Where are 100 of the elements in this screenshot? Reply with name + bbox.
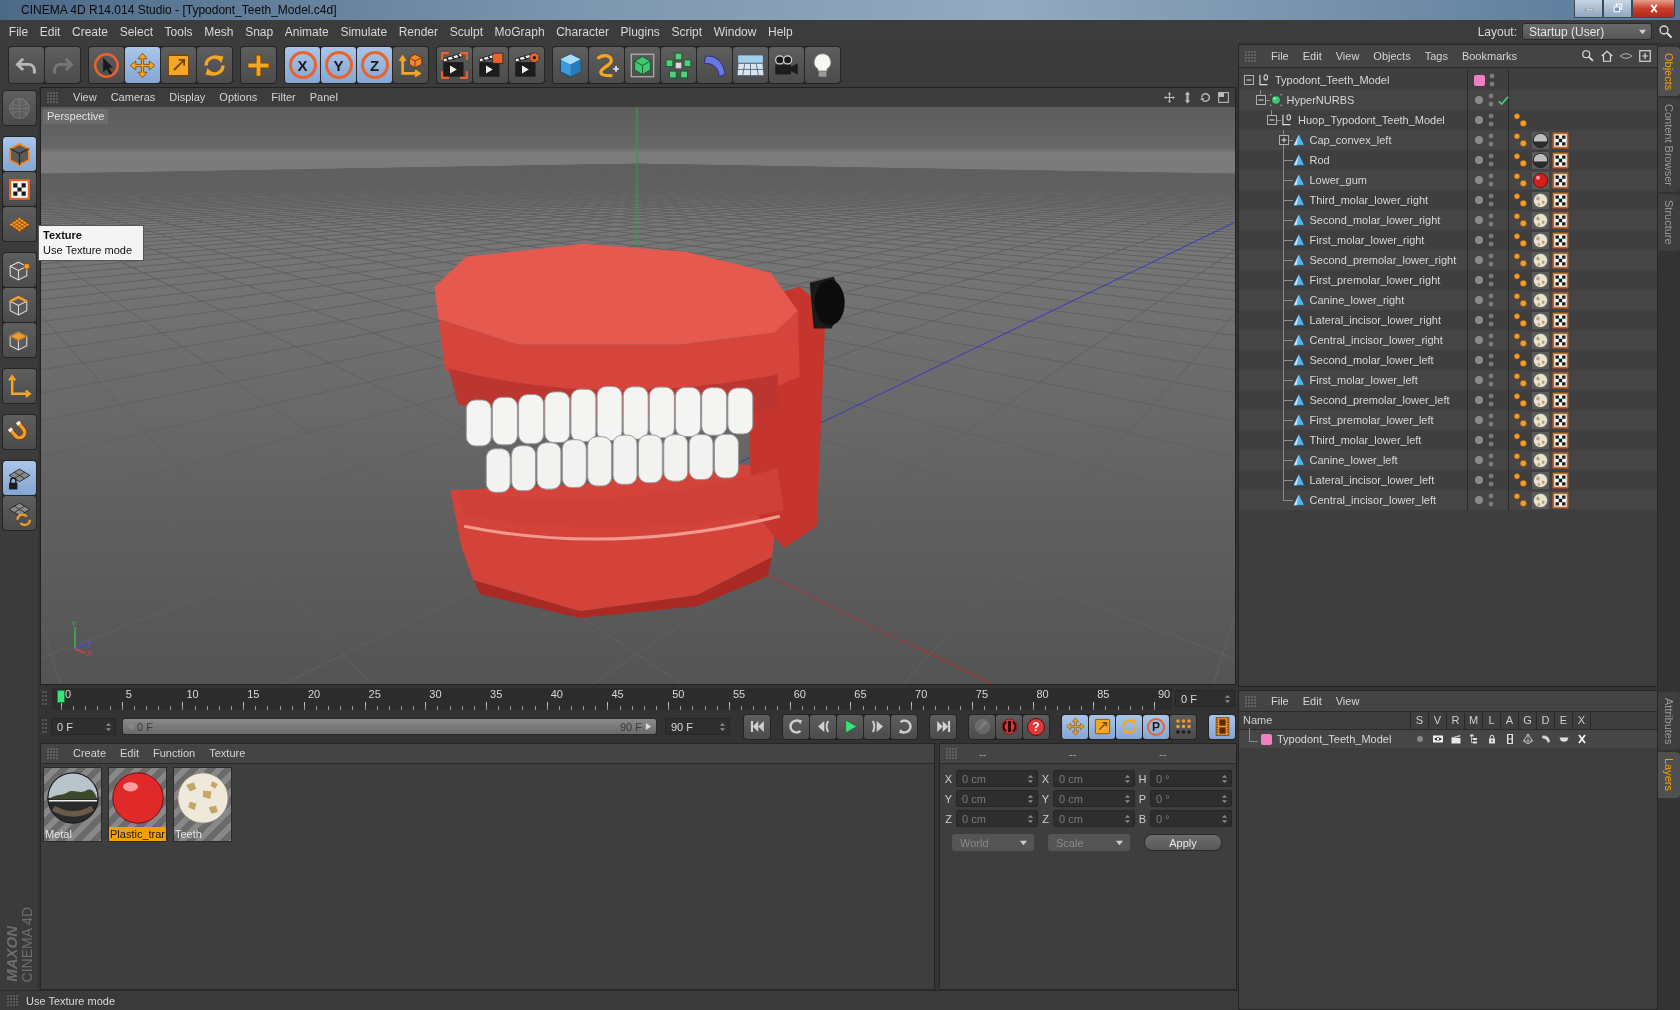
close-button[interactable] [1632, 0, 1675, 18]
dot-icon[interactable] [1474, 455, 1484, 465]
bend-shape-icon[interactable] [1540, 733, 1552, 745]
menu-item[interactable]: Plugins [614, 21, 666, 42]
checker-tag-icon[interactable] [1552, 271, 1569, 289]
dot-icon[interactable] [1474, 195, 1484, 205]
dot-icon[interactable] [1474, 115, 1484, 125]
viewport-menu-item[interactable]: Panel [302, 89, 345, 106]
axis-lock-button[interactable]: X [285, 47, 320, 83]
points-mode-button[interactable] [2, 253, 36, 287]
checker-tag-icon[interactable] [1552, 231, 1569, 249]
cross-icon[interactable] [1576, 733, 1588, 745]
rotate-workplane-mode-button[interactable] [2, 496, 36, 530]
camera-button[interactable] [769, 47, 804, 83]
edges-mode-button[interactable] [2, 288, 36, 322]
menu-item[interactable]: Edit [1295, 47, 1329, 65]
menu-item[interactable]: Function [146, 745, 203, 762]
menu-item[interactable]: Animate [278, 21, 335, 42]
visibility-dots-icon[interactable] [1488, 473, 1494, 487]
axis-mode-button[interactable] [2, 369, 36, 403]
checker-tag-icon[interactable] [1552, 371, 1569, 389]
viewport-menu-item[interactable]: Options [212, 89, 265, 106]
current-frame-field[interactable]: 0 F [1175, 690, 1235, 707]
start-frame-field[interactable]: 0 F [51, 718, 116, 735]
checker-tag-icon[interactable] [1552, 351, 1569, 369]
menu-item[interactable]: Snap [239, 21, 279, 42]
marble-ball-icon[interactable] [1532, 311, 1549, 329]
playhead-marker[interactable] [57, 689, 65, 703]
snap-mode-button[interactable] [2, 415, 36, 449]
dot-icon[interactable] [1474, 155, 1484, 165]
visibility-dots-icon[interactable] [1488, 113, 1494, 127]
layer-swatch-icon[interactable] [1474, 74, 1485, 86]
world-button[interactable] [393, 47, 428, 83]
visibility-dots-icon[interactable] [1488, 153, 1494, 167]
axis-lock-button[interactable]: Z [357, 47, 392, 83]
object-row[interactable]: Canine_lower_right [1239, 290, 1657, 310]
play-button[interactable] [837, 714, 863, 739]
dot-icon[interactable] [1474, 375, 1484, 385]
scale-button[interactable] [161, 47, 196, 83]
phong-dots-icon[interactable] [1512, 231, 1529, 249]
lock-workplane-mode-button[interactable] [2, 461, 36, 495]
menu-item[interactable]: Mesh [198, 21, 240, 42]
menu-item[interactable]: Sculpt [443, 21, 489, 42]
object-row[interactable]: Central_incisor_lower_right [1239, 330, 1657, 350]
marble-ball-icon[interactable] [1532, 391, 1549, 409]
menu-item[interactable]: Select [113, 21, 159, 42]
scale-key-button[interactable] [1089, 714, 1115, 739]
side-tab[interactable]: Attributes [1658, 692, 1680, 751]
object-row[interactable]: HyperNURBS [1239, 90, 1657, 110]
marble-ball-icon[interactable] [1532, 291, 1549, 309]
object-row[interactable]: Cap_convex_left [1239, 130, 1657, 150]
new-panel-icon[interactable] [1638, 49, 1652, 63]
visibility-dots-icon[interactable] [1488, 413, 1494, 427]
rotate-icon[interactable] [1199, 91, 1212, 104]
eye-icon[interactable] [1432, 733, 1444, 745]
dot-icon[interactable] [1474, 255, 1484, 265]
search-icon[interactable] [1658, 23, 1674, 40]
menu-item[interactable]: Simulate [334, 21, 393, 42]
marble-ball-icon[interactable] [1532, 211, 1549, 229]
workplane-mode-button[interactable] [2, 207, 36, 241]
viewport-menu-item[interactable]: View [66, 89, 104, 106]
move-cross-icon[interactable] [1163, 91, 1176, 104]
marble-ball-icon[interactable] [1532, 411, 1549, 429]
go-start-button[interactable] [744, 714, 770, 739]
visibility-dots-icon[interactable] [1488, 293, 1494, 307]
dot-icon[interactable] [1474, 175, 1484, 185]
live-select-button[interactable] [89, 47, 124, 83]
maximize-icon[interactable] [1217, 91, 1230, 104]
glossy-ball-icon[interactable] [1532, 171, 1549, 189]
menu-item[interactable]: Edit [1295, 692, 1329, 710]
param-key-button[interactable]: P [1143, 714, 1169, 739]
minus-box-icon[interactable] [1267, 115, 1277, 125]
viewport-menu-item[interactable]: Cameras [103, 89, 163, 106]
viewport-menu-item[interactable]: Display [162, 89, 213, 106]
phong-dots-icon[interactable] [1512, 431, 1529, 449]
visibility-dots-icon[interactable] [1488, 193, 1494, 207]
marble-ball-icon[interactable] [1532, 331, 1549, 349]
side-tab[interactable]: Layers [1658, 752, 1680, 798]
pyramid-icon[interactable] [1522, 733, 1534, 745]
render-view-button[interactable] [437, 47, 472, 83]
checker-tag-icon[interactable] [1552, 491, 1569, 509]
checker-tag-icon[interactable] [1552, 251, 1569, 269]
phong-dots-icon[interactable] [1512, 171, 1529, 189]
layout-dropdown[interactable]: Startup (User) [1522, 23, 1652, 40]
object-row[interactable]: Second_premolar_lower_right [1239, 250, 1657, 270]
marble-ball-icon[interactable] [1532, 231, 1549, 249]
visibility-dots-icon[interactable] [1488, 373, 1494, 387]
menu-item[interactable]: File [1264, 47, 1296, 65]
phong-dots-icon[interactable] [1512, 311, 1529, 329]
checker-tag-icon[interactable] [1552, 471, 1569, 489]
timeline-button[interactable] [1209, 714, 1235, 739]
go-end-button[interactable] [930, 714, 956, 739]
phong-dots-icon[interactable] [1512, 131, 1529, 149]
phong-dots-icon[interactable] [1512, 391, 1529, 409]
rotate-button[interactable] [197, 47, 232, 83]
minus-box-icon[interactable] [1255, 95, 1266, 105]
dot-icon[interactable] [1474, 355, 1484, 365]
visibility-dots-icon[interactable] [1488, 133, 1494, 147]
menu-item[interactable]: Bookmarks [1454, 47, 1524, 65]
material-tile[interactable]: Metal [43, 767, 102, 842]
